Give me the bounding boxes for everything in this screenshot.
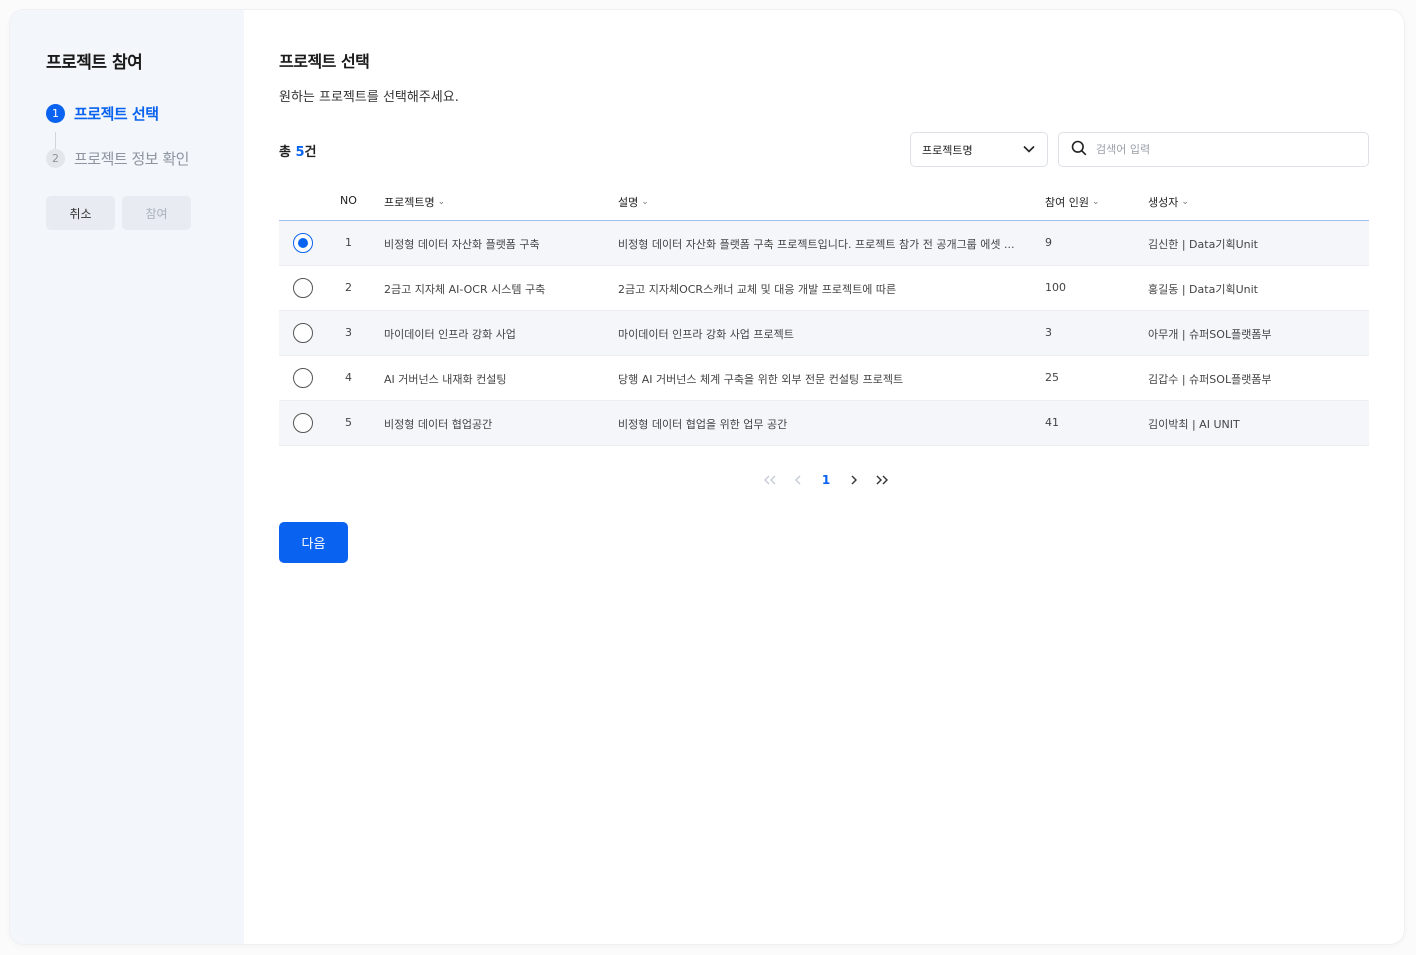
cell-members: 41	[1045, 416, 1059, 429]
cell-no: 3	[345, 326, 352, 339]
total-count: 총 5건	[279, 141, 317, 160]
cell-creator: 김이박최 | AI UNIT	[1148, 418, 1240, 431]
header-members-label: 참여 인원	[1045, 196, 1089, 209]
cell-members: 25	[1045, 371, 1059, 384]
page-number-current[interactable]: 1	[812, 468, 840, 492]
last-page-icon[interactable]	[868, 468, 896, 492]
cell-name: 2금고 지자체 AI-OCR 시스템 구축	[384, 283, 546, 296]
main-content: 프로젝트 선택 원하는 프로젝트를 선택해주세요. 총 5건 프로젝트명 NO …	[279, 10, 1404, 944]
sidebar-title: 프로젝트 참여	[46, 53, 143, 73]
cell-name: 비정형 데이터 자산화 플랫폼 구축	[384, 238, 540, 251]
cell-name: AI 거버넌스 내재화 컨설팅	[384, 373, 507, 386]
cell-creator: 김갑수 | 슈퍼SOL플랫폼부	[1148, 373, 1272, 386]
prev-page-icon[interactable]	[784, 468, 812, 492]
cell-members: 100	[1045, 281, 1066, 294]
sidebar: 프로젝트 참여 1 프로젝트 선택 2 프로젝트 정보 확인 취소 참여	[10, 10, 244, 944]
row-radio[interactable]	[293, 233, 313, 253]
cancel-button[interactable]: 취소	[46, 196, 115, 230]
cell-members: 9	[1045, 236, 1052, 249]
table-header: NO 프로젝트명 ⌄ 설명 ⌄ 참여 인원 ⌄ 생성자 ⌄	[279, 181, 1369, 221]
header-members[interactable]: 참여 인원 ⌄	[1045, 194, 1100, 210]
search-box[interactable]	[1058, 132, 1369, 167]
step-number: 1	[46, 104, 65, 123]
step-project-info: 2 프로젝트 정보 확인	[46, 148, 189, 169]
table-row[interactable]: 3 마이데이터 인프라 강화 사업 마이데이터 인프라 강화 사업 프로젝트 3…	[279, 311, 1369, 356]
cell-creator: 김신한 | Data기획Unit	[1148, 238, 1258, 251]
sort-icon: ⌄	[1091, 197, 1100, 207]
header-desc-label: 설명	[618, 196, 639, 209]
cell-no: 5	[345, 416, 352, 429]
cell-no: 4	[345, 371, 352, 384]
cell-members: 3	[1045, 326, 1052, 339]
cell-no: 2	[345, 281, 352, 294]
row-radio[interactable]	[293, 323, 313, 343]
step-project-select: 1 프로젝트 선택	[46, 103, 159, 124]
header-creator[interactable]: 생성자 ⌄	[1148, 194, 1189, 210]
search-icon	[1071, 140, 1087, 160]
total-number: 5	[295, 145, 305, 160]
header-creator-label: 생성자	[1148, 196, 1179, 209]
chevron-down-icon	[1023, 143, 1035, 156]
cell-desc: 2금고 지자체OCR스캐너 교체 및 대응 개발 프로젝트에 따른	[618, 283, 897, 296]
header-no-label: NO	[340, 194, 357, 207]
filter-select-value: 프로젝트명	[922, 143, 973, 157]
step-label: 프로젝트 선택	[74, 105, 159, 123]
step-label: 프로젝트 정보 확인	[74, 150, 189, 168]
sort-icon: ⌄	[437, 197, 446, 207]
next-page-icon[interactable]	[840, 468, 868, 492]
cell-desc: 비정형 데이터 자산화 플랫폼 구축 프로젝트입니다. 프로젝트 참가 전 공개…	[618, 238, 1015, 251]
cell-name: 비정형 데이터 협업공간	[384, 418, 493, 431]
cell-creator: 홍길동 | Data기획Unit	[1148, 283, 1258, 296]
cell-creator: 아무개 | 슈퍼SOL플랫폼부	[1148, 328, 1272, 341]
page-description: 원하는 프로젝트를 선택해주세요.	[279, 90, 459, 105]
total-suffix: 건	[304, 145, 317, 160]
cell-desc: 마이데이터 인프라 강화 사업 프로젝트	[618, 328, 794, 341]
search-input[interactable]	[1096, 143, 1356, 156]
row-radio[interactable]	[293, 368, 313, 388]
sort-icon: ⌄	[641, 197, 649, 207]
table-row[interactable]: 2 2금고 지자체 AI-OCR 시스템 구축 2금고 지자체OCR스캐너 교체…	[279, 266, 1369, 311]
row-radio[interactable]	[293, 413, 313, 433]
join-button[interactable]: 참여	[122, 196, 191, 230]
sort-icon: ⌄	[1181, 197, 1189, 207]
table-row[interactable]: 5 비정형 데이터 협업공간 비정형 데이터 협업을 위한 업무 공간 41 김…	[279, 401, 1369, 446]
cell-no: 1	[345, 236, 352, 249]
next-button[interactable]: 다음	[279, 522, 348, 563]
page-title: 프로젝트 선택	[279, 52, 370, 71]
cell-name: 마이데이터 인프라 강화 사업	[384, 328, 516, 341]
step-number: 2	[46, 149, 65, 168]
header-desc[interactable]: 설명 ⌄	[618, 194, 649, 210]
row-radio[interactable]	[293, 278, 313, 298]
modal-window: 프로젝트 참여 1 프로젝트 선택 2 프로젝트 정보 확인 취소 참여 프로젝…	[10, 10, 1404, 944]
first-page-icon[interactable]	[756, 468, 784, 492]
header-name-label: 프로젝트명	[384, 196, 435, 209]
project-table: NO 프로젝트명 ⌄ 설명 ⌄ 참여 인원 ⌄ 생성자 ⌄ 1 비정형 데이터 자산화 …	[279, 181, 1369, 446]
header-name[interactable]: 프로젝트명 ⌄	[384, 194, 445, 210]
cell-desc: 당행 AI 거버넌스 체계 구축을 위한 외부 전문 컨설팅 프로젝트	[618, 373, 904, 386]
cell-desc: 비정형 데이터 협업을 위한 업무 공간	[618, 418, 788, 431]
header-no: NO	[340, 194, 357, 207]
table-row[interactable]: 4 AI 거버넌스 내재화 컨설팅 당행 AI 거버넌스 체계 구축을 위한 외…	[279, 356, 1369, 401]
pagination: 1	[756, 468, 896, 492]
table-row[interactable]: 1 비정형 데이터 자산화 플랫폼 구축 비정형 데이터 자산화 플랫폼 구축 …	[279, 221, 1369, 266]
filter-select[interactable]: 프로젝트명	[910, 132, 1048, 167]
total-prefix: 총	[279, 145, 296, 160]
